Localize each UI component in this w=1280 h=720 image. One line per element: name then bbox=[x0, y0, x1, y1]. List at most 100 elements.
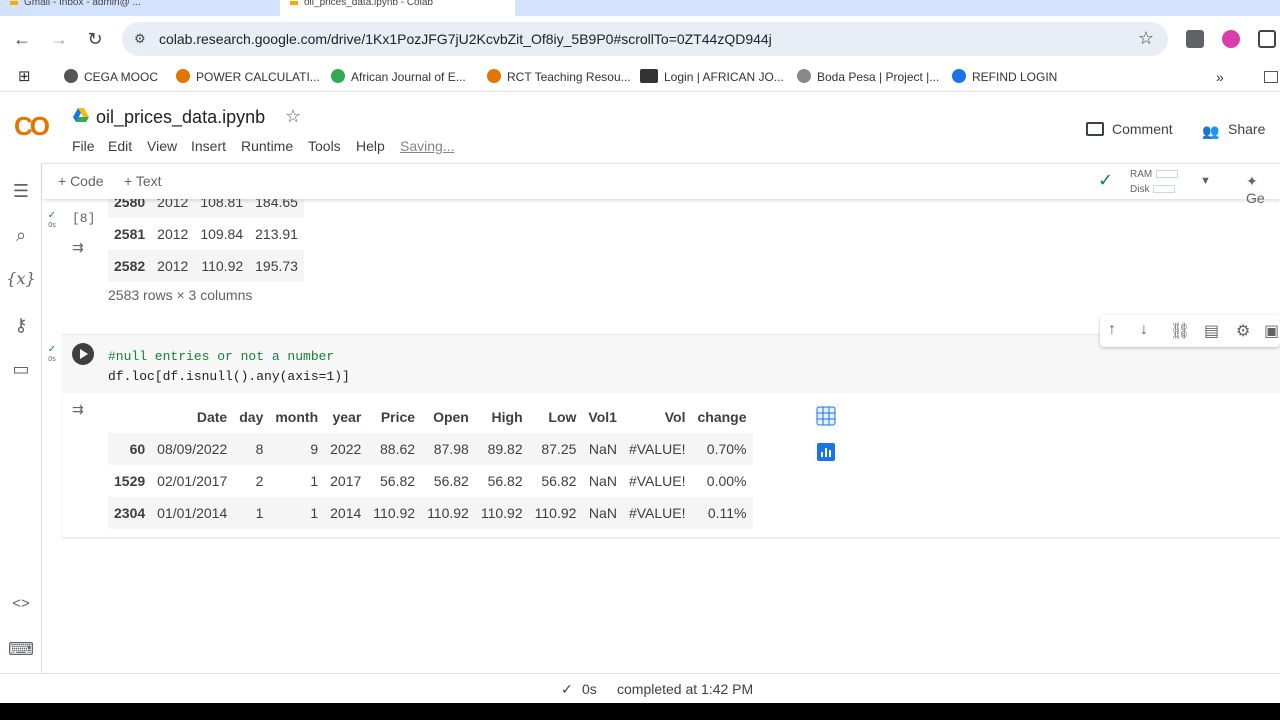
folder-icon[interactable] bbox=[1264, 71, 1278, 83]
status-bar: ✓ 0s completed at 1:42 PM bbox=[0, 673, 1280, 703]
notebook-body: ✓ 0s [8] ⇉ 2580 2012 108.81 184.65 2581 2… bbox=[42, 199, 1280, 673]
browser-tab-strip: Gmail - Inbox - admin@ ... oil_prices_da… bbox=[0, 0, 1280, 16]
code-snippets-icon[interactable]: <> bbox=[0, 595, 42, 612]
pkp-favicon-icon bbox=[640, 69, 658, 83]
cell2-dataframe: Date day month year Price Open High Low … bbox=[108, 401, 753, 529]
colab-tab-icon bbox=[290, 1, 298, 5]
reload-button[interactable]: ↻ bbox=[84, 28, 106, 50]
search-icon[interactable]: ⌕ bbox=[0, 225, 42, 246]
url-text[interactable]: colab.research.google.com/drive/1Kx1PozJ… bbox=[159, 31, 772, 47]
comment-button[interactable]: Comment bbox=[1086, 121, 1173, 137]
gmail-icon bbox=[10, 1, 18, 5]
bookmark-rct[interactable]: RCT Teaching Resou... bbox=[487, 69, 631, 84]
secrets-key-icon[interactable]: ⚷ bbox=[0, 315, 42, 336]
code-cell[interactable]: #null entries or not a number df.loc[df.… bbox=[62, 334, 1280, 538]
more-bookmarks-icon[interactable]: » bbox=[1216, 69, 1224, 85]
apps-grid-icon[interactable]: ⊞ bbox=[18, 67, 31, 85]
table-row: 2582 2012 110.92 195.73 bbox=[108, 250, 304, 282]
saving-status[interactable]: Saving... bbox=[400, 138, 454, 154]
rct-favicon-icon bbox=[487, 69, 501, 83]
add-text-button[interactable]: + Text bbox=[124, 173, 162, 189]
bookmarks-bar: ⊞ CEGA MOOC POWER CALCULATI... African J… bbox=[0, 62, 1280, 92]
colab-logo[interactable]: CO bbox=[14, 111, 50, 142]
suggest-charts-icon[interactable] bbox=[816, 442, 836, 462]
comment-cell-icon[interactable]: ▤ bbox=[1204, 321, 1219, 341]
left-sidebar: ☰ ⌕ {x} ⚷ ▭ <> ⌨ bbox=[0, 163, 42, 673]
cell1-exec-count: [8] bbox=[72, 211, 96, 226]
ram-bar bbox=[1156, 170, 1179, 179]
variables-icon[interactable]: {x} bbox=[0, 269, 42, 288]
extension-icon[interactable] bbox=[1222, 30, 1240, 48]
table-header-row: Date day month year Price Open High Low … bbox=[108, 401, 753, 433]
share-button[interactable]: 👥 Share bbox=[1202, 121, 1265, 139]
resource-monitor[interactable]: RAM Disk bbox=[1130, 167, 1179, 197]
bookmark-african-journal[interactable]: African Journal of E... bbox=[331, 69, 466, 84]
comment-icon bbox=[1086, 122, 1104, 136]
address-bar-row: ← → ↻ ⚙ colab.research.google.com/drive/… bbox=[0, 16, 1280, 62]
menu-runtime[interactable]: Runtime bbox=[241, 138, 293, 154]
ajol-favicon-icon bbox=[331, 69, 345, 83]
menu-edit[interactable]: Edit bbox=[108, 138, 132, 154]
add-code-button[interactable]: + Code bbox=[58, 173, 104, 189]
table-row: 2581 2012 109.84 213.91 bbox=[114, 226, 298, 242]
table-row: 2580 2012 108.81 184.65 bbox=[108, 199, 304, 218]
code-text[interactable]: #null entries or not a number df.loc[df.… bbox=[108, 347, 350, 387]
code-editor[interactable]: #null entries or not a number df.loc[df.… bbox=[62, 335, 1280, 393]
bookmark-star-icon[interactable]: ☆ bbox=[1138, 28, 1154, 49]
qr-extension-icon[interactable] bbox=[1186, 30, 1204, 48]
connected-check-icon: ✓ bbox=[1098, 170, 1114, 190]
cell-settings-icon[interactable]: ⚙ bbox=[1236, 321, 1250, 341]
cell-toolbar: ↑ ↓ ⛓ ▤ ⚙ ▣ bbox=[1100, 315, 1280, 347]
status-completed[interactable]: completed at 1:42 PM bbox=[617, 681, 753, 697]
site-info-icon[interactable]: ⚙ bbox=[134, 31, 150, 47]
files-folder-icon[interactable]: ▭ bbox=[0, 359, 42, 380]
power-favicon-icon bbox=[176, 69, 190, 83]
table-row: 2304 01/01/2014 1 1 2014 110.92 110.92 1… bbox=[108, 497, 753, 529]
runtime-dropdown-icon[interactable]: ▼ bbox=[1200, 175, 1211, 187]
menu-insert[interactable]: Insert bbox=[191, 138, 226, 154]
status-duration: 0s bbox=[582, 681, 597, 697]
output-actions-icon[interactable]: ⇉ bbox=[72, 239, 84, 256]
run-cell-button[interactable] bbox=[72, 343, 94, 365]
move-up-icon[interactable]: ↑ bbox=[1108, 321, 1116, 339]
row-count-label: 2583 rows × 3 columns bbox=[108, 287, 253, 303]
omnibox[interactable]: ⚙ colab.research.google.com/drive/1Kx1Po… bbox=[122, 22, 1168, 56]
bookmark-refind[interactable]: REFIND LOGIN bbox=[952, 69, 1057, 84]
terminal-icon[interactable]: ⌨ bbox=[0, 639, 42, 660]
notebook-title[interactable]: oil_prices_data.ipynb bbox=[96, 107, 265, 128]
colab-header: CO oil_prices_data.ipynb ☆ File Edit Vie… bbox=[0, 97, 1280, 163]
menu-help[interactable]: Help bbox=[356, 138, 385, 154]
table-row: 1529 02/01/2017 2 1 2017 56.82 56.82 56.… bbox=[114, 473, 747, 489]
share-people-icon: 👥 bbox=[1202, 123, 1220, 139]
disk-bar bbox=[1153, 185, 1176, 194]
mirror-cell-icon[interactable]: ▣ bbox=[1264, 321, 1279, 341]
bookmark-login-african[interactable]: Login | AFRICAN JO... bbox=[640, 69, 784, 84]
forward-button[interactable]: → bbox=[48, 28, 70, 50]
google-drive-icon bbox=[73, 108, 89, 122]
bookmark-boda-pesa[interactable]: Boda Pesa | Project |... bbox=[797, 69, 939, 84]
cell2-status: ✓ 0s bbox=[47, 344, 57, 364]
refind-favicon-icon bbox=[952, 69, 966, 83]
link-icon[interactable]: ⛓ bbox=[1170, 321, 1190, 341]
cell1-dataframe: 2580 2012 108.81 184.65 2581 2012 109.84… bbox=[108, 199, 304, 282]
extensions-puzzle-icon[interactable] bbox=[1258, 30, 1276, 48]
status-check-icon: ✓ bbox=[561, 681, 573, 697]
menu-tools[interactable]: Tools bbox=[308, 138, 341, 154]
gemini-button[interactable]: ✦ Ge bbox=[1246, 173, 1280, 206]
notebook-toolbar: + Code + Text ✓ RAM Disk ▼ ✦ Ge bbox=[42, 163, 1280, 206]
menu-view[interactable]: View bbox=[147, 138, 177, 154]
cega-favicon-icon bbox=[64, 69, 78, 83]
star-notebook-icon[interactable]: ☆ bbox=[285, 106, 301, 127]
bookmark-cega[interactable]: CEGA MOOC bbox=[64, 69, 158, 84]
move-down-icon[interactable]: ↓ bbox=[1140, 321, 1148, 339]
convert-to-interactive-table-icon[interactable] bbox=[816, 406, 836, 426]
browser-tab-colab[interactable]: oil_prices_data.ipynb - Colab bbox=[280, 0, 515, 16]
bookmark-power[interactable]: POWER CALCULATI... bbox=[176, 69, 320, 84]
output-actions-icon[interactable]: ⇉ bbox=[72, 401, 84, 418]
browser-tab-gmail[interactable]: Gmail - Inbox - admin@ ... bbox=[0, 0, 278, 16]
screen-bottom-bar bbox=[0, 703, 1280, 720]
table-of-contents-icon[interactable]: ☰ bbox=[0, 181, 42, 202]
cell1-status: ✓ 0s bbox=[47, 210, 57, 230]
back-button[interactable]: ← bbox=[11, 28, 33, 50]
menu-file[interactable]: File bbox=[72, 138, 95, 154]
